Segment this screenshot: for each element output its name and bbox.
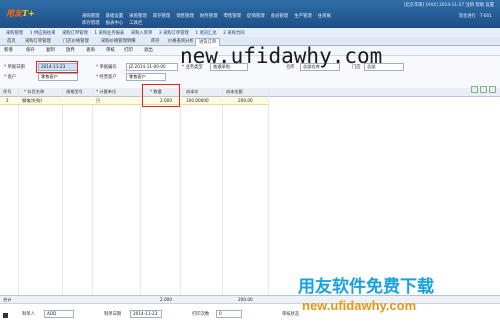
highlight-box <box>142 84 180 107</box>
top-menu-item[interactable]: 会员管理 <box>271 13 289 19</box>
grid-tools <box>469 86 496 95</box>
query-button[interactable]: 查询 <box>86 47 95 54</box>
col-header: * 计量单位 <box>96 89 117 94</box>
watermark-url-bottom: new.ufidawhy.com <box>302 298 417 313</box>
exit-button[interactable]: 退出 <box>144 47 153 54</box>
grid-header: 序号 * 存货名称 规格型号 * 计量单位 * 数量 成本价 成本金额 <box>0 88 500 97</box>
col-header: * 存货名称 <box>24 89 45 94</box>
totals-amount: 200.00 <box>238 297 253 302</box>
code-label: * 单据编号 <box>96 65 117 70</box>
nav-item[interactable]: 采购管理 <box>6 30 23 36</box>
top-menu-item[interactable]: 销售管理 <box>176 13 194 19</box>
unit-cell[interactable]: 只 <box>96 97 100 104</box>
row-number: 1 <box>6 98 9 103</box>
top-menu-item[interactable]: 采购管理 <box>129 13 147 19</box>
col-header: 成本金额 <box>226 89 243 94</box>
grid-line <box>180 88 181 295</box>
copy-button[interactable]: 复制 <box>46 47 55 54</box>
user-info: [北京华南] [XXX] 2014-11-27 注销 帮助 设置 <box>403 3 494 8</box>
document-footer: 制单人 ADD 制单日期 2014-11-23 打印次数 0 审核状态 <box>0 303 500 329</box>
top-menu-item[interactable]: 库存管理 <box>82 20 100 26</box>
highlight-box <box>36 61 78 73</box>
amount-cell[interactable]: 200.00 <box>238 97 253 104</box>
watermark-url: new.ufidawhy.com <box>180 44 383 68</box>
top-menu-item[interactable]: 生产管理 <box>294 13 312 19</box>
tab-item[interactable]: 库存 <box>148 38 163 45</box>
new-button[interactable]: 新增 <box>4 47 13 54</box>
tab-item[interactable]: 采购订单管理 <box>22 38 54 45</box>
print-count-label: 打印次数 <box>192 312 210 317</box>
price-cell[interactable]: 100.00000 <box>186 97 209 104</box>
code-field[interactable]: JZ-2014-11-00-00 <box>126 63 178 71</box>
top-menu: 采购管理 基础设置 采购管理 库存管理 销售管理 财务管理 零售管理 促销管理 … <box>82 13 337 19</box>
make-date-field: 2014-11-23 <box>130 310 162 318</box>
top-menu-item[interactable]: 报表中心 <box>106 20 124 26</box>
table-row[interactable]: 1 钢笔(外购) 只 2.000 100.00000 200.00 <box>0 97 268 105</box>
col-header: 序号 <box>3 89 12 94</box>
add-row-icon[interactable] <box>471 86 478 93</box>
grid-line <box>62 88 63 295</box>
detail-grid: 序号 * 存货名称 规格型号 * 计量单位 * 数量 成本价 成本金额 1 钢笔… <box>0 84 500 295</box>
grid-line <box>18 88 19 295</box>
tab-item[interactable]: 采购价格管理明细 <box>98 38 138 45</box>
tab-home[interactable]: 首页 <box>4 38 19 45</box>
top-right-item[interactable]: 资金进行 <box>459 14 476 19</box>
col-header: 成本价 <box>186 89 199 94</box>
top-menu-item[interactable]: 财务管理 <box>200 13 218 19</box>
top-menu-item[interactable]: 促销管理 <box>247 13 265 19</box>
totals-qty: 2.000 <box>160 297 172 302</box>
top-banner: 用友T+ 采购管理 基础设置 采购管理 库存管理 销售管理 财务管理 零售管理 … <box>0 0 500 28</box>
insert-row-icon[interactable] <box>480 86 487 93</box>
maker-field: ADD <box>44 310 74 318</box>
maker-label: 制单人 <box>22 312 35 317</box>
top-menu-item[interactable]: 基础设置 <box>106 13 124 19</box>
print-button[interactable]: 打印 <box>124 47 133 54</box>
grid-line <box>222 88 223 295</box>
grid-line <box>268 88 269 295</box>
top-menu-item[interactable]: 库存管理 <box>153 13 171 19</box>
customer-label: * 客户 <box>4 75 17 80</box>
top-menu-item[interactable]: 零售管理 <box>223 13 241 19</box>
discard-button[interactable]: 放弃 <box>66 47 75 54</box>
customer-field[interactable]: 零售客户 <box>38 73 78 81</box>
col-header: 规格型号 <box>66 89 83 94</box>
tab-item[interactable]: 门店价格管理 <box>60 38 92 45</box>
nav-item[interactable]: 1 采购业务报表 <box>94 30 124 36</box>
save-button[interactable]: 保存 <box>26 47 35 54</box>
totals-label: 合计 <box>3 297 12 302</box>
top-menu-item[interactable]: 工具栏 <box>129 20 142 26</box>
grid-line <box>140 88 141 295</box>
top-menu-item[interactable]: 采购管理 <box>82 13 100 19</box>
nav-item[interactable]: 2 采购合同 <box>223 30 244 36</box>
collapse-icon[interactable] <box>3 313 8 318</box>
print-count-field: 0 <box>216 310 242 318</box>
top-menu-item[interactable]: 往来账 <box>318 13 331 19</box>
nav-item[interactable]: 1 供应商往来 <box>30 30 56 36</box>
handler-label: * 经营客户 <box>96 75 117 80</box>
nav-item[interactable]: 采购入库单 <box>131 30 152 36</box>
delete-row-icon[interactable] <box>489 86 496 93</box>
nav-item[interactable]: 采购订单管理 <box>62 30 88 36</box>
top-right-menu: 资金进行 T-001 <box>459 13 492 19</box>
make-date-label: 制单日期 <box>104 312 122 317</box>
top-menu-secondary: 库存管理 报表中心 工具栏 <box>82 20 148 26</box>
audit-button[interactable]: 审核 <box>106 47 115 54</box>
handler-field[interactable]: 零售客户 <box>126 73 166 81</box>
watermark-title: 用友软件免费下载 <box>298 277 434 296</box>
date-label: * 单据日期 <box>4 65 25 70</box>
grid-line <box>92 88 93 295</box>
top-right-item[interactable]: T-001 <box>480 14 492 19</box>
item-name-cell[interactable]: 钢笔(外购) <box>22 97 42 104</box>
nav-item[interactable]: 1 进货汇总 <box>195 30 216 36</box>
nav-item[interactable]: 3 采购订单管理 <box>159 30 189 36</box>
audit-status-label: 审核状态 <box>282 312 300 317</box>
app-logo: 用友T+ <box>6 8 35 18</box>
